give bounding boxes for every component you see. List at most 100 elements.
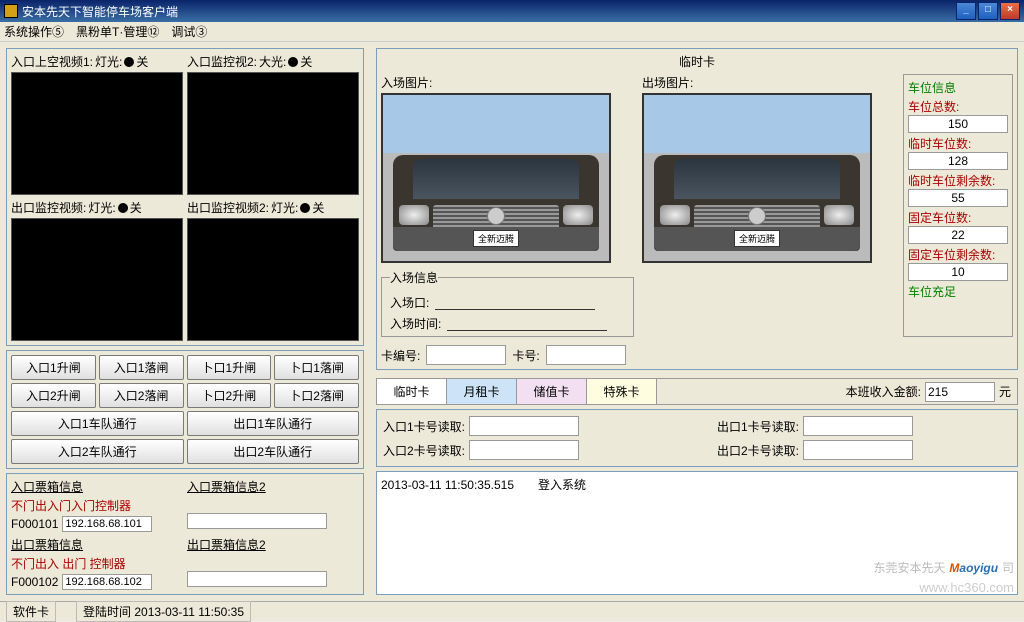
out-ticket-info1: 出口票箱信息 不门出入 出门 控制器 F000102 xyxy=(11,536,183,590)
out1-close-button[interactable]: 卜口1落闸 xyxy=(274,355,359,380)
entry-time-input[interactable] xyxy=(447,316,607,331)
card-no-input[interactable] xyxy=(546,345,626,365)
video-feed xyxy=(11,72,183,195)
stat-value xyxy=(908,263,1008,281)
window-title: 安本先天下智能停车场客户端 xyxy=(22,3,178,20)
stat-value xyxy=(908,189,1008,207)
reader-input[interactable] xyxy=(469,416,579,436)
title-bar: 安本先天下智能停车场客户端 _ □ × xyxy=(0,0,1024,22)
card-type-tabs: 临时卡 月租卡 储值卡 特殊卡 本班收入金额: 元 xyxy=(376,378,1018,405)
ip-input[interactable] xyxy=(187,571,327,587)
in1-open-button[interactable]: 入口1升闸 xyxy=(11,355,96,380)
maximize-button[interactable]: □ xyxy=(978,2,998,20)
out-ticket-info2: 出口票箱信息2 xyxy=(187,536,359,590)
tab-special[interactable]: 特殊卡 xyxy=(587,379,657,404)
app-icon xyxy=(4,4,18,18)
card-title: 临时卡 xyxy=(381,53,1013,70)
stat-value xyxy=(908,115,1008,133)
card-sn-input[interactable] xyxy=(426,345,506,365)
income-input[interactable] xyxy=(925,382,995,402)
tab-temp[interactable]: 临时卡 xyxy=(377,379,447,404)
stat-label: 临时车位数: xyxy=(908,135,1008,152)
video-label: 出口监控视频2: xyxy=(187,199,269,216)
parking-stats: 车位信息 车位总数: 临时车位数: 临时车位剩余数: 固定车位数: 固定车位剩余… xyxy=(903,74,1013,337)
reader-label: 出口1卡号读取: xyxy=(717,418,799,435)
stat-value xyxy=(908,226,1008,244)
out2-close-button[interactable]: 卜口2落闸 xyxy=(274,383,359,408)
ip-input[interactable] xyxy=(62,574,152,590)
out1-fleet-button[interactable]: 出口1车队通行 xyxy=(187,411,360,436)
minimize-button[interactable]: _ xyxy=(956,2,976,20)
light-indicator-icon xyxy=(288,57,298,67)
stats-title: 车位信息 xyxy=(908,79,1008,96)
menu-blacklist[interactable]: 黑粉单T·管理⑫ xyxy=(76,23,159,40)
gate-button-panel: 入口1升闸 入口1落闸 卜口1升闸 卜口1落闸 入口2升闸 入口2落闸 卜口2升… xyxy=(6,350,364,469)
window-controls: _ □ × xyxy=(956,2,1020,20)
license-plate: 全新迈腾 xyxy=(473,230,519,247)
photo-label: 出场图片: xyxy=(642,74,895,91)
info-header: 出口票箱信息 xyxy=(11,536,183,553)
card-no-label: 卡号: xyxy=(512,347,539,364)
card-panel: 临时卡 入场图片: 全新迈腾 入场信息 入场口: 入场时间: xyxy=(376,48,1018,370)
info-header: 入口票箱信息2 xyxy=(187,478,359,495)
in2-fleet-button[interactable]: 入口2车队通行 xyxy=(11,439,184,464)
controller-label: 不门出入门入门控制器 xyxy=(11,497,183,514)
stat-label: 临时车位剩余数: xyxy=(908,172,1008,189)
menu-bar: 系统操作⑤ 黑粉单T·管理⑫ 调试③ xyxy=(0,22,1024,42)
tab-stored[interactable]: 储值卡 xyxy=(517,379,587,404)
entry-photo-block: 入场图片: 全新迈腾 入场信息 入场口: 入场时间: xyxy=(381,74,634,337)
ticket-info-panel: 入口票箱信息 不门出入门入门控制器 F000101 入口票箱信息2 出口票箱信息… xyxy=(6,473,364,595)
exit-photo-block: 出场图片: 全新迈腾 xyxy=(642,74,895,337)
close-button[interactable]: × xyxy=(1000,2,1020,20)
menu-debug[interactable]: 调试③ xyxy=(171,23,207,40)
tab-monthly[interactable]: 月租卡 xyxy=(447,379,517,404)
info-header: 出口票箱信息2 xyxy=(187,536,359,553)
video-cell-in2: 入口监控视2: 大光: 关 xyxy=(187,53,359,195)
reader-label: 入口1卡号读取: xyxy=(383,418,465,435)
entry-gate-input[interactable] xyxy=(435,295,595,310)
info-header: 入口票箱信息 xyxy=(11,478,183,495)
in1-fleet-button[interactable]: 入口1车队通行 xyxy=(11,411,184,436)
out2-open-button[interactable]: 卜口2升闸 xyxy=(187,383,272,408)
entry-info: 入场信息 入场口: 入场时间: xyxy=(381,269,634,337)
device-id: F000102 xyxy=(11,575,58,589)
status-login-time: 登陆时间 2013-03-11 11:50:35 xyxy=(76,601,251,622)
reader-input[interactable] xyxy=(803,416,913,436)
income-label: 本班收入金额: xyxy=(846,383,921,400)
video-cell-out1: 出口监控视频: 灯光: 关 xyxy=(11,199,183,341)
video-label: 入口监控视2: xyxy=(187,53,257,70)
card-number-row: 卡编号: 卡号: xyxy=(381,345,1013,365)
ip-input[interactable] xyxy=(187,513,327,529)
in2-open-button[interactable]: 入口2升闸 xyxy=(11,383,96,408)
ip-input[interactable] xyxy=(62,516,152,532)
in2-close-button[interactable]: 入口2落闸 xyxy=(99,383,184,408)
video-feed xyxy=(187,72,359,195)
log-panel[interactable]: 2013-03-11 11:50:35.515 登入系统 xyxy=(376,471,1018,595)
out1-open-button[interactable]: 卜口1升闸 xyxy=(187,355,272,380)
license-plate: 全新迈腾 xyxy=(734,230,780,247)
out2-fleet-button[interactable]: 出口2车队通行 xyxy=(187,439,360,464)
reader-input[interactable] xyxy=(803,440,913,460)
stat-value xyxy=(908,152,1008,170)
controller-label: 不门出入 出门 控制器 xyxy=(11,555,183,572)
entry-time-label: 入场时间: xyxy=(390,315,441,332)
reader-input[interactable] xyxy=(469,440,579,460)
video-feed xyxy=(11,218,183,341)
log-line: 2013-03-11 11:50:35.515 登入系统 xyxy=(381,476,1013,493)
stat-status: 车位充足 xyxy=(908,283,1008,300)
entry-legend: 入场信息 xyxy=(390,269,438,286)
light-indicator-icon xyxy=(118,203,128,213)
in-ticket-info2: 入口票箱信息2 xyxy=(187,478,359,532)
video-label: 出口监控视频: xyxy=(11,199,86,216)
yuan-label: 元 xyxy=(999,383,1011,400)
device-id: F000101 xyxy=(11,517,58,531)
entry-photo: 全新迈腾 xyxy=(381,93,611,263)
entry-gate-label: 入场口: xyxy=(390,294,429,311)
reader-label: 入口2卡号读取: xyxy=(383,442,465,459)
photo-label: 入场图片: xyxy=(381,74,634,91)
video-feed xyxy=(187,218,359,341)
menu-system[interactable]: 系统操作⑤ xyxy=(4,23,64,40)
light-indicator-icon xyxy=(124,57,134,67)
card-reader-panel: 入口1卡号读取: 出口1卡号读取: 入口2卡号读取: 出口2卡号读取: xyxy=(376,409,1018,467)
in1-close-button[interactable]: 入口1落闸 xyxy=(99,355,184,380)
